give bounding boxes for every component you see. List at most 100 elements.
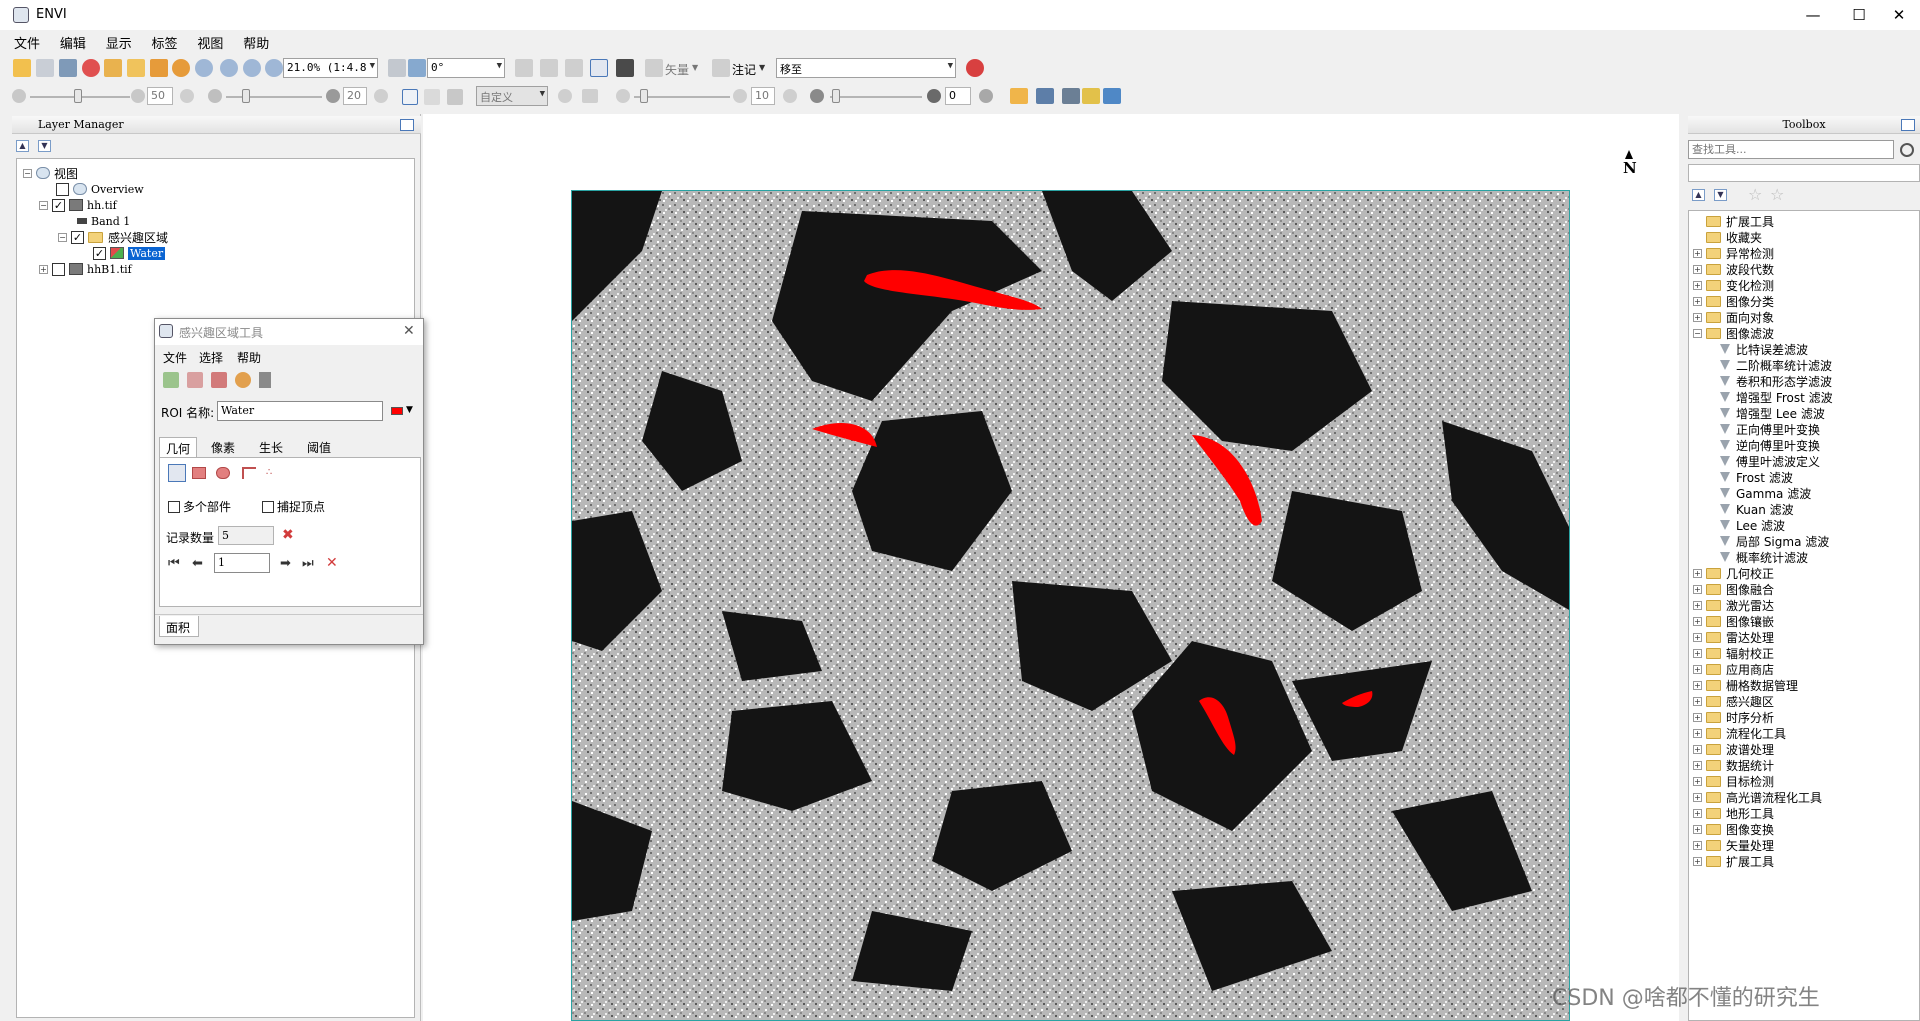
record-index-input[interactable]: 1 xyxy=(214,553,270,573)
zoom-full-icon[interactable] xyxy=(265,59,283,77)
chart-icon[interactable] xyxy=(565,59,583,77)
toolbox-tool[interactable]: 增强型 Frost 滤波 xyxy=(1717,389,1833,405)
crop-icon[interactable] xyxy=(59,59,77,77)
transparency-value[interactable]: 0 xyxy=(945,87,971,105)
snap-vertex-checkbox[interactable] xyxy=(262,500,274,513)
menu-view[interactable]: 视图 xyxy=(189,31,231,52)
roi-color-swatch[interactable] xyxy=(391,407,403,415)
zoom-in-icon[interactable] xyxy=(220,59,238,77)
tab-grow[interactable]: 生长 xyxy=(253,437,289,457)
refresh-icon[interactable] xyxy=(374,89,388,103)
annotation-label[interactable]: 注记 xyxy=(732,61,756,78)
tree-node-overview[interactable]: Overview xyxy=(56,181,144,197)
expand-icon[interactable]: + xyxy=(1693,632,1702,642)
collapse-icon[interactable]: − xyxy=(39,200,48,210)
vector-icon[interactable] xyxy=(645,59,663,77)
pin-icon[interactable] xyxy=(82,59,100,77)
roi-statistics-icon[interactable] xyxy=(259,372,271,388)
toolbox-folder[interactable]: + 激光雷达 xyxy=(1693,597,1774,613)
expand-icon[interactable]: + xyxy=(1693,760,1702,770)
expand-icon[interactable]: + xyxy=(1693,696,1702,706)
transparency-slider-knob[interactable] xyxy=(832,89,840,103)
collapse-icon[interactable]: − xyxy=(58,232,67,242)
toolbox-tool[interactable]: Frost 滤波 xyxy=(1717,469,1793,485)
toolbox-tool[interactable]: 正向傅里叶变换 xyxy=(1717,421,1820,437)
roi-folder-checkbox[interactable]: ✓ xyxy=(71,230,84,244)
toolbox-folder[interactable]: − 图像滤波 xyxy=(1693,325,1774,341)
tree-node-label[interactable]: Water xyxy=(128,246,166,260)
prev-record-icon[interactable]: ⬅ xyxy=(192,556,203,571)
toolbox-tool[interactable]: 概率统计滤波 xyxy=(1717,549,1808,565)
snap-vertex-option[interactable]: 捕捉顶点 xyxy=(262,498,325,515)
minimize-button[interactable]: — xyxy=(1790,0,1836,30)
roi-tool-icon[interactable] xyxy=(590,59,608,77)
toolbox-folder[interactable]: + 时序分析 xyxy=(1693,709,1774,725)
contrast-value[interactable]: 20 xyxy=(343,87,367,105)
flicker-icon[interactable] xyxy=(1082,88,1100,104)
toolbox-folder[interactable]: + 图像镶嵌 xyxy=(1693,613,1774,629)
tree-node-roi-folder[interactable]: − ✓ 感兴趣区域 xyxy=(58,229,168,245)
expand-icon[interactable]: + xyxy=(1693,312,1702,322)
first-record-icon[interactable]: ⏮ xyxy=(168,556,180,571)
open-folder-icon[interactable] xyxy=(13,59,31,77)
undock-icon[interactable] xyxy=(400,119,414,131)
expand-icon[interactable]: + xyxy=(1693,616,1702,626)
delete-record-icon[interactable]: ✕ xyxy=(326,555,338,571)
expand-icon[interactable]: + xyxy=(1693,824,1702,834)
toolbox-folder[interactable]: + 栅格数据管理 xyxy=(1693,677,1798,693)
expand-icon[interactable]: + xyxy=(1693,584,1702,594)
roi-menu-help[interactable]: 帮助 xyxy=(237,349,261,366)
chevron-down-icon[interactable]: ▼ xyxy=(406,405,413,415)
goto-go-icon[interactable] xyxy=(966,59,984,77)
expand-icon[interactable]: + xyxy=(1693,712,1702,722)
tree-node-view[interactable]: − 视图 xyxy=(23,165,78,181)
toolbox-folder[interactable]: + 异常检测 xyxy=(1693,245,1774,261)
portal-icon[interactable] xyxy=(616,59,634,77)
expand-icon[interactable]: + xyxy=(1693,280,1702,290)
expand-icon[interactable]: + xyxy=(1693,728,1702,738)
tab-pixel[interactable]: 像素 xyxy=(205,437,241,457)
roi-name-input[interactable]: Water xyxy=(217,401,383,421)
refresh-icon[interactable] xyxy=(783,89,797,103)
toolbox-tool[interactable]: 增强型 Lee 滤波 xyxy=(1717,405,1825,421)
expand-icon[interactable]: + xyxy=(1693,600,1702,610)
stretch-combo[interactable]: 自定义 ▼ xyxy=(476,86,548,106)
hh-tif-checkbox[interactable]: ✓ xyxy=(52,198,65,212)
delete-all-roi-icon[interactable] xyxy=(211,372,227,388)
expand-icon[interactable]: + xyxy=(1693,680,1702,690)
rotation-combo[interactable]: 0° ▼ xyxy=(427,58,505,78)
zoom-icon[interactable] xyxy=(195,59,213,77)
zoom-combo[interactable]: 21.0% (1:4.8 ▼ xyxy=(283,58,378,78)
multi-part-checkbox[interactable] xyxy=(168,500,180,513)
toolbox-folder[interactable]: + 感兴趣区 xyxy=(1693,693,1774,709)
tree-node-water[interactable]: ✓ Water xyxy=(93,245,166,261)
swipe-icon[interactable] xyxy=(1103,88,1121,104)
polygon-tool-icon[interactable] xyxy=(168,464,186,482)
rotate-left-icon[interactable] xyxy=(388,59,406,77)
collapse-all-icon[interactable]: ▲ xyxy=(1692,189,1705,201)
blend-icon[interactable] xyxy=(1062,88,1080,104)
toolbox-folder[interactable]: 扩展工具 xyxy=(1693,213,1774,229)
stretch-region-icon[interactable] xyxy=(402,89,418,105)
toolbox-folder[interactable]: + 扩展工具 xyxy=(1693,853,1774,869)
expand-icon[interactable]: + xyxy=(1693,664,1702,674)
expand-icon[interactable]: + xyxy=(1693,808,1702,818)
sar-image[interactable] xyxy=(571,190,1570,1021)
expand-all-icon[interactable]: ▼ xyxy=(38,140,51,152)
toolbox-folder[interactable]: + 应用商店 xyxy=(1693,661,1774,677)
tree-node-hhb1-tif[interactable]: + hhB1.tif xyxy=(39,261,132,277)
zoom-out-icon[interactable] xyxy=(243,59,261,77)
menu-display[interactable]: 显示 xyxy=(98,31,140,52)
ellipse-tool-icon[interactable] xyxy=(216,467,230,479)
toolbox-folder[interactable]: + 辐射校正 xyxy=(1693,645,1774,661)
toolbox-tool[interactable]: Kuan 滤波 xyxy=(1717,501,1794,517)
rectangle-tool-icon[interactable] xyxy=(192,467,206,479)
refresh-icon[interactable] xyxy=(180,89,194,103)
collapse-all-icon[interactable]: ▲ xyxy=(16,140,29,152)
toolbox-folder[interactable]: + 图像融合 xyxy=(1693,581,1774,597)
menu-edit[interactable]: 编辑 xyxy=(52,31,94,52)
toolbox-folder[interactable]: + 变化检测 xyxy=(1693,277,1774,293)
toolbox-tool[interactable]: 卷积和形态学滤波 xyxy=(1717,373,1832,389)
toolbox-folder[interactable]: + 面向对象 xyxy=(1693,309,1774,325)
toolbox-folder[interactable]: + 图像分类 xyxy=(1693,293,1774,309)
